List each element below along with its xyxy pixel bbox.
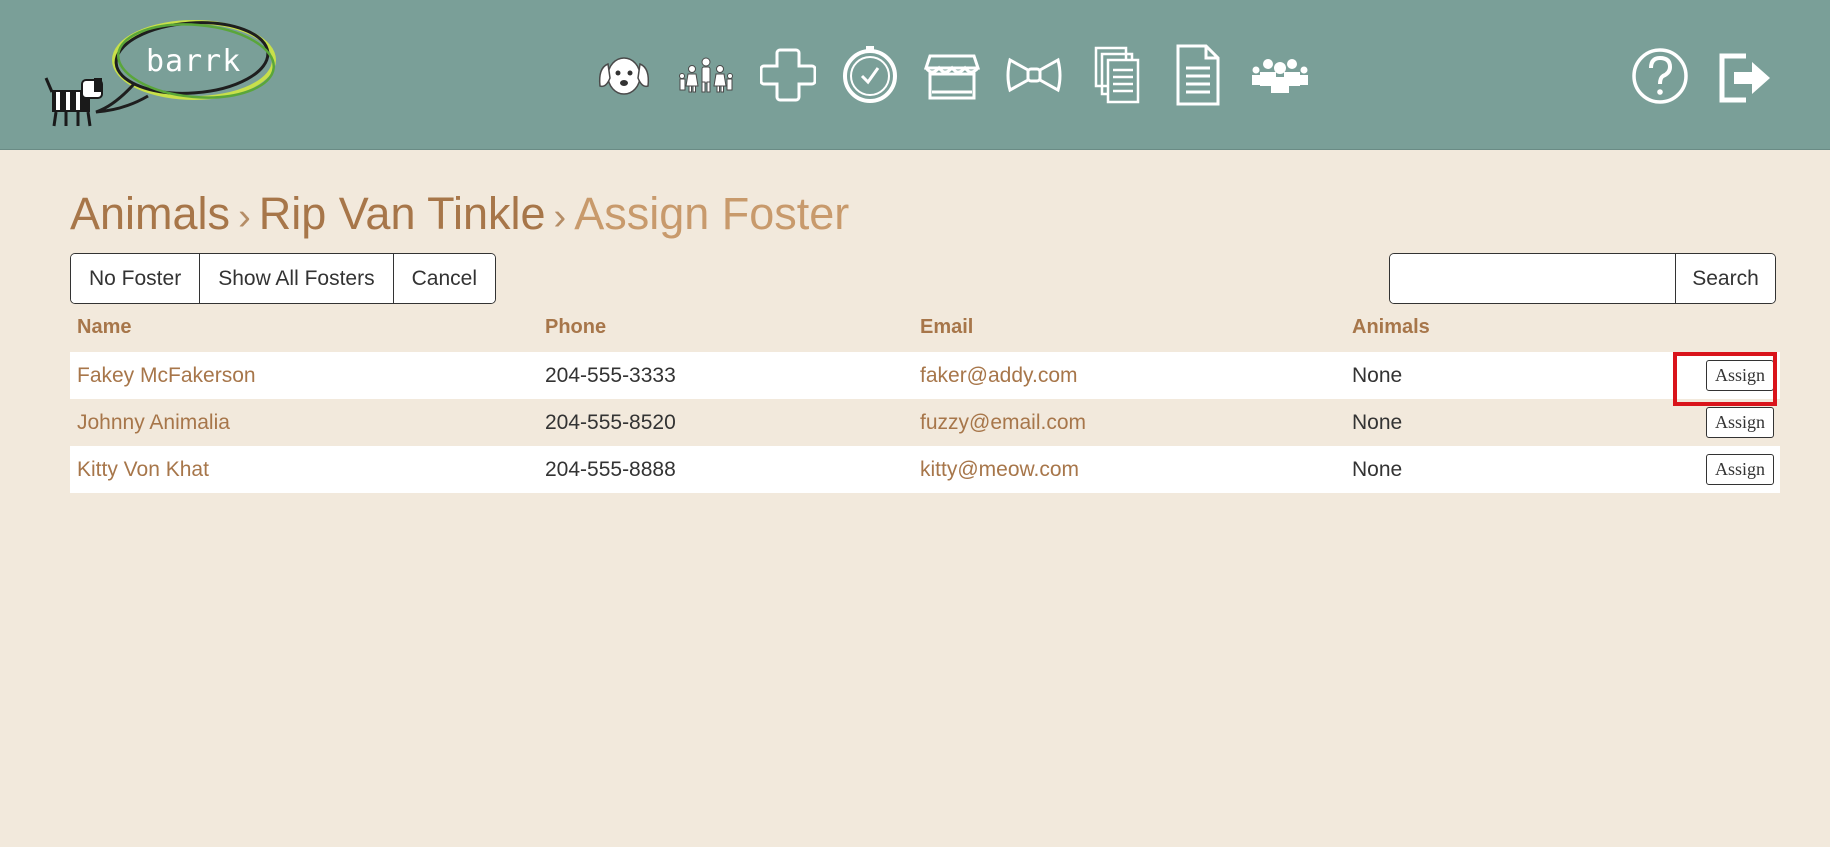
table-row: Kitty Von Khat 204-555-8888 kitty@meow.c… <box>70 446 1780 493</box>
users-icon[interactable] <box>1252 42 1308 108</box>
medical-icon[interactable] <box>760 42 816 108</box>
logout-icon[interactable] <box>1714 42 1774 108</box>
search-input[interactable] <box>1390 254 1676 303</box>
foster-animals: None <box>1352 411 1403 434</box>
show-all-fosters-button[interactable]: Show All Fosters <box>200 254 394 303</box>
breadcrumb-animal-name[interactable]: Rip Van Tinkle <box>259 188 546 239</box>
foster-phone: 204-555-8888 <box>545 458 676 481</box>
assign-button[interactable]: Assign <box>1705 454 1774 485</box>
assign-button[interactable]: Assign <box>1705 407 1774 438</box>
table-row: Johnny Animalia 204-555-8520 fuzzy@email… <box>70 399 1780 446</box>
foster-phone: 204-555-8520 <box>545 411 676 434</box>
bowtie-icon[interactable] <box>1006 42 1062 108</box>
schedule-icon[interactable] <box>842 42 898 108</box>
foster-email-link[interactable]: fuzzy@email.com <box>920 411 1086 435</box>
table-row: Fakey McFakerson 204-555-3333 faker@addy… <box>70 352 1780 406</box>
cancel-button[interactable]: Cancel <box>393 254 495 303</box>
column-header-phone: Phone <box>545 316 607 338</box>
action-button-group: No Foster Show All Fosters Cancel <box>70 253 496 304</box>
assign-cell: Assign <box>1705 407 1774 438</box>
utility-nav <box>1630 42 1774 108</box>
column-header-email: Email <box>920 316 974 338</box>
foster-email-link[interactable]: kitty@meow.com <box>920 458 1079 482</box>
logo-text: barrk <box>146 44 242 79</box>
main-nav <box>596 42 1308 108</box>
table-header: Name Phone Email Animals <box>70 310 1780 352</box>
assign-cell: Assign <box>1705 454 1774 485</box>
foster-animals: None <box>1352 458 1403 481</box>
barrk-logo[interactable]: barrk <box>44 14 284 140</box>
foster-name-link[interactable]: Kitty Von Khat <box>77 458 209 482</box>
animals-icon[interactable] <box>596 42 652 108</box>
page-title: Assign Foster <box>574 188 850 239</box>
document-icon[interactable] <box>1170 42 1226 108</box>
assign-cell: Assign <box>1673 352 1777 406</box>
breadcrumb-animals[interactable]: Animals <box>70 188 230 239</box>
foster-name-link[interactable]: Fakey McFakerson <box>77 364 256 388</box>
breadcrumb-separator: › <box>553 196 567 238</box>
top-header: barrk <box>0 0 1830 150</box>
foster-email-link[interactable]: faker@addy.com <box>920 364 1078 388</box>
assign-button[interactable]: Assign <box>1705 360 1774 391</box>
store-icon[interactable] <box>924 42 980 108</box>
foster-animals: None <box>1352 364 1403 387</box>
people-icon[interactable] <box>678 42 734 108</box>
no-foster-button[interactable]: No Foster <box>71 254 201 303</box>
fosters-table: Name Phone Email Animals Fakey McFakerso… <box>70 310 1780 493</box>
foster-phone: 204-555-3333 <box>545 364 676 387</box>
search-button[interactable]: Search <box>1676 254 1775 303</box>
foster-name-link[interactable]: Johnny Animalia <box>77 411 230 435</box>
search-form: Search <box>1389 253 1776 304</box>
column-header-name: Name <box>77 316 132 338</box>
documents-icon[interactable] <box>1088 42 1144 108</box>
breadcrumb-separator: › <box>238 196 251 238</box>
breadcrumb: Animals › Rip Van Tinkle › Assign Foster <box>70 186 849 245</box>
column-header-animals: Animals <box>1352 316 1430 338</box>
help-icon[interactable] <box>1630 42 1690 108</box>
